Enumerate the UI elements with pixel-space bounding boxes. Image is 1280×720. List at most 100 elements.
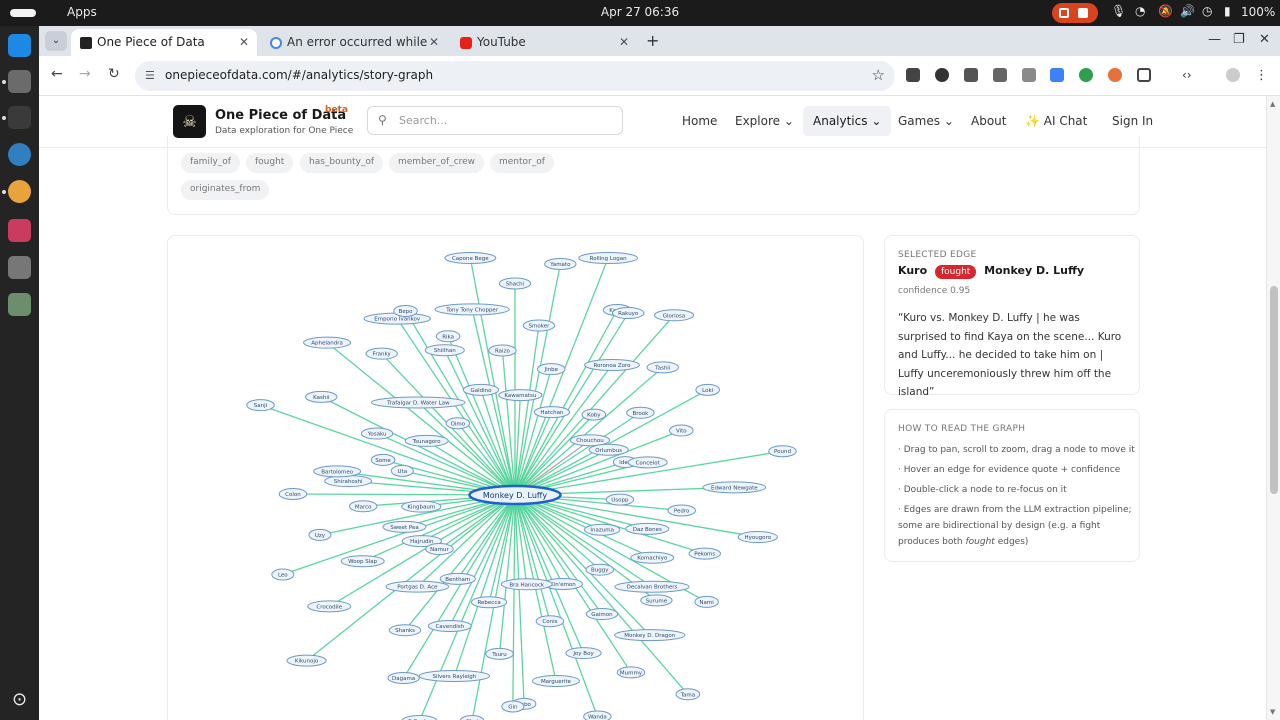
devtools-icon[interactable]: ‹› [1182,68,1196,82]
nav-analytics[interactable]: Analytics ⌄ [803,106,892,136]
nav-about[interactable]: About [971,114,1006,128]
scroll-down-icon[interactable]: ▼ [1270,708,1275,716]
graph-node[interactable]: Koby [581,408,607,421]
graph-node[interactable]: Bepo [393,304,418,317]
graph-edge[interactable] [512,494,516,707]
menu-kebab-icon[interactable]: ⋮ [1255,68,1269,83]
graph-node[interactable]: Shanks [388,624,422,637]
graph-node[interactable]: Inazuma [584,523,621,536]
signal-icon[interactable] [8,143,31,166]
graph-node[interactable]: Trafalgar D. Water Law [370,396,466,409]
nav-sign-in[interactable]: Sign In [1112,114,1153,128]
chip-originates-from[interactable]: originates_from [181,180,270,200]
chip-member-of-crew[interactable]: member_of_crew [389,153,485,173]
graph-node[interactable]: Oimo [445,417,471,430]
address-bar[interactable]: ☰ onepieceofdata.com/#/analytics/story-g… [135,61,895,91]
graph-node[interactable]: Usopp [605,493,635,506]
graph-node[interactable]: Aphelandra [303,336,352,349]
graph-node[interactable]: Conis [535,615,565,628]
graph-node[interactable]: Pedro [667,504,696,517]
profile-avatar[interactable] [1226,68,1240,82]
chrome-icon[interactable] [8,180,31,203]
files-icon[interactable] [8,70,31,93]
graph-edge[interactable] [514,263,561,496]
graph-node[interactable]: Roronoa Zoro [584,358,640,371]
close-tab-icon[interactable]: ✕ [619,35,629,49]
graph-node[interactable]: Portgas D. Ace [385,580,450,593]
graph-edge[interactable] [514,364,613,496]
graph-node[interactable]: Buggy [585,563,615,576]
graph-edge[interactable] [447,336,516,496]
graph-node[interactable]: Capone Bege [444,252,497,264]
story-graph[interactable]: Shachi Monkey D. Dragon Shirahoshi Chouchou… [168,236,865,720]
graph-node[interactable]: Choi [459,715,485,720]
site-info-icon[interactable]: ☰ [145,69,155,82]
chip-family-of[interactable]: family_of [181,153,240,173]
graph-node[interactable]: Kikunojo [286,654,327,667]
wifi-icon[interactable]: ◔ [1135,4,1145,18]
volume-icon[interactable]: 🔊 [1180,4,1195,18]
chip-has-bounty-of[interactable]: has_bounty_of [300,153,384,173]
notifications-off-icon[interactable]: 🔕 [1158,4,1173,18]
graph-node[interactable]: Rebecca [470,596,508,609]
bookmark-star-icon[interactable]: ☆ [872,66,885,84]
graph-node[interactable]: Franky [365,347,398,360]
graph-node[interactable]: Gaimon [585,608,619,621]
graph-node[interactable]: Cavendish [427,620,472,633]
nav-ai-chat[interactable]: ✨ AI Chat [1025,114,1087,128]
graph-node[interactable]: Kingbaum [401,500,442,513]
reload-icon[interactable]: ↻ [108,66,120,82]
nav-games[interactable]: Games ⌄ [898,114,954,128]
graph-node[interactable]: Tashii [646,361,679,374]
graph-node[interactable]: Mummy [616,666,646,679]
graph-node[interactable]: Gloriosa [653,309,695,322]
close-window-icon[interactable]: ✕ [1259,32,1270,47]
graph-node[interactable]: Marco [348,500,378,513]
graph-node[interactable]: Yosaku [360,427,394,440]
shield-extension-icon[interactable] [993,68,1007,82]
graph-node[interactable]: Hatchan [533,406,571,419]
graph-node[interactable]: Concelot [627,456,668,469]
graph-node[interactable]: Wanda [583,710,612,720]
graph-node[interactable]: Jinbe [536,363,566,376]
graph-node[interactable]: Namur [425,543,454,556]
microphone-icon[interactable]: 🎙 [1111,4,1126,18]
extension-icon[interactable] [935,68,949,82]
screen-record-indicator[interactable] [1052,3,1098,23]
graph-node[interactable]: Raizo [488,344,517,357]
graph-node[interactable]: Tsunagoro [404,434,449,447]
graph-node[interactable]: Some [370,453,396,466]
scrollbar-thumb[interactable] [1270,286,1278,494]
graph-node[interactable]: Pound [768,445,797,458]
graph-node[interactable]: Vito [668,424,694,437]
graph-node[interactable]: Pekoms [688,547,721,560]
graph-node[interactable]: Brook [626,406,655,419]
graph-node[interactable]: Daz Bones [625,522,670,535]
graph-node[interactable]: Woop Slap [340,555,385,568]
graph-node[interactable]: Bentham [439,572,476,585]
extension-icon[interactable] [906,68,920,82]
graph-node[interactable]: Crocodile [307,600,352,613]
minimize-icon[interactable]: — [1208,32,1221,47]
graph-node[interactable]: Dagama [387,671,420,684]
graph-node[interactable]: Edward Newgate [702,481,767,494]
edge-target[interactable]: Monkey D. Luffy [984,264,1084,277]
power-mode-icon[interactable]: ◷ [1202,4,1212,18]
page-scrollbar[interactable]: ▲ ▼ [1266,96,1280,720]
graph-node[interactable]: Loki [695,383,720,396]
graph-node[interactable]: Joy Boy [565,647,602,660]
back-icon[interactable]: ← [51,66,63,82]
graph-node[interactable]: Smoker [522,319,556,332]
screen-recorder-icon[interactable] [8,219,31,242]
new-tab-icon[interactable]: + [646,31,659,50]
graph-edge[interactable] [514,257,609,496]
graph-node[interactable]: Shachi [498,277,532,290]
graph-center-node[interactable]: Monkey D. Luffy [468,484,562,506]
site-logo[interactable]: ☠ [173,105,206,138]
extension-icon[interactable] [1022,68,1036,82]
story-graph-card[interactable]: Shachi Monkey D. Dragon Shirahoshi Chouchou… [167,235,864,720]
graph-node[interactable]: Decalvan Brothers [614,580,690,593]
graph-node[interactable]: Sweet Pea [382,520,427,533]
graph-node[interactable]: S-Snake [401,715,438,720]
nav-home[interactable]: Home [682,114,717,128]
